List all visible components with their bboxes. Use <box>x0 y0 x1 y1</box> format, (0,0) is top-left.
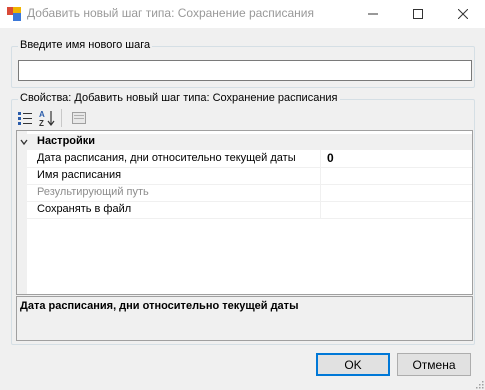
property-value[interactable]: 0 <box>327 151 334 165</box>
property-name: Результирующий путь <box>37 186 149 198</box>
alphabetical-sort-icon: A Z <box>39 110 55 128</box>
close-button[interactable] <box>440 0 485 28</box>
grid-gutter <box>17 131 27 294</box>
property-row-result-path: Результирующий путь <box>27 184 472 202</box>
categorized-view-icon <box>18 112 32 125</box>
column-divider <box>320 201 321 218</box>
categorized-view-button[interactable] <box>15 108 35 128</box>
property-row-schedule-date[interactable]: Дата расписания, дни относительно текуще… <box>27 150 472 168</box>
name-group-legend: Введите имя нового шага <box>18 39 153 51</box>
resize-grip-icon[interactable] <box>474 379 484 389</box>
maximize-button[interactable] <box>395 0 440 28</box>
category-row[interactable]: Настройки <box>17 134 472 150</box>
category-label: Настройки <box>37 135 96 147</box>
description-panel: Дата расписания, дни относительно текуще… <box>16 296 473 341</box>
svg-text:A: A <box>39 110 45 119</box>
column-divider <box>320 167 321 184</box>
close-icon <box>457 9 468 19</box>
property-row-schedule-name[interactable]: Имя расписания <box>27 167 472 185</box>
property-name: Дата расписания, дни относительно текуще… <box>37 152 296 164</box>
maximize-icon <box>412 9 423 19</box>
alphabetical-sort-button[interactable]: A Z <box>37 108 57 128</box>
app-icon <box>7 7 21 21</box>
window-title: Добавить новый шаг типа: Сохранение расп… <box>27 6 314 20</box>
description-title: Дата расписания, дни относительно текуще… <box>20 300 299 312</box>
minimize-icon <box>367 13 378 15</box>
properties-groupbox: Свойства: Добавить новый шаг типа: Сохра… <box>11 92 475 345</box>
column-divider <box>320 150 321 167</box>
ok-button[interactable]: OK <box>316 353 390 376</box>
svg-text:Z: Z <box>39 119 44 128</box>
name-groupbox: Введите имя нового шага <box>11 39 475 88</box>
step-name-input[interactable] <box>18 60 472 81</box>
property-grid[interactable]: Настройки Дата расписания, дни относител… <box>16 130 473 295</box>
property-name: Сохранять в файл <box>37 203 132 215</box>
properties-group-legend: Свойства: Добавить новый шаг типа: Сохра… <box>18 92 340 104</box>
property-pages-icon <box>72 112 86 124</box>
property-name: Имя расписания <box>37 169 122 181</box>
toolbar-separator <box>61 109 62 127</box>
property-row-save-to-file[interactable]: Сохранять в файл <box>27 201 472 219</box>
column-divider <box>320 184 321 201</box>
title-bar: Добавить новый шаг типа: Сохранение расп… <box>0 0 485 28</box>
property-pages-button[interactable] <box>69 108 89 128</box>
chevron-down-icon[interactable] <box>20 138 28 146</box>
cancel-button[interactable]: Отмена <box>397 353 471 376</box>
minimize-button[interactable] <box>350 0 395 28</box>
